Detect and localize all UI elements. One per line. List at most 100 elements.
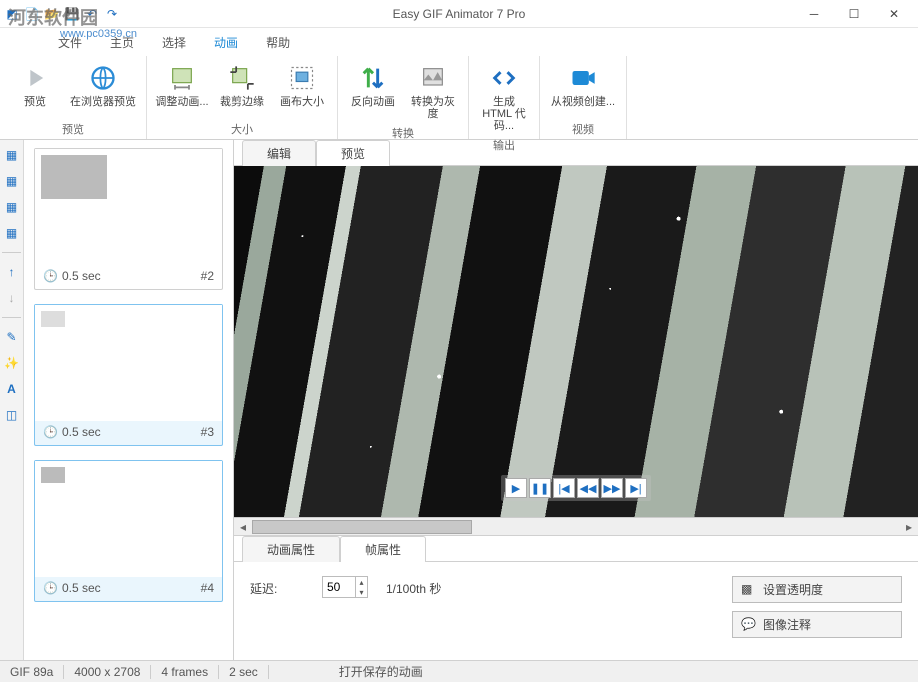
tool-text-icon[interactable]: A <box>1 378 23 400</box>
app-icon: ◩ <box>4 6 20 22</box>
move-up-icon[interactable]: ↑ <box>1 261 23 283</box>
view-tabs: 编辑 预览 <box>234 140 918 166</box>
transparency-button[interactable]: ▩ 设置透明度 <box>732 576 902 603</box>
frame-thumbnail <box>41 155 107 199</box>
reverse-icon <box>357 62 389 94</box>
canvas-icon <box>286 62 318 94</box>
minimize-button[interactable]: ─ <box>794 3 834 25</box>
new-icon[interactable]: 📄 <box>24 6 40 22</box>
menu-tabs: 文件 主页 选择 动画 帮助 <box>0 28 918 56</box>
play-button[interactable]: ▶ <box>505 478 527 498</box>
ribbon-resize-button[interactable]: 调整动画... <box>153 58 211 120</box>
close-button[interactable]: ✕ <box>874 3 914 25</box>
transparency-icon: ▩ <box>741 582 757 598</box>
status-format: GIF 89a <box>0 665 64 679</box>
spin-down-icon[interactable]: ▾ <box>356 587 367 597</box>
status-dimensions: 4000 x 2708 <box>64 665 151 679</box>
preview-canvas: ▶ ❚❚ |◀ ◀◀ ▶▶ ▶| <box>234 166 918 518</box>
open-icon[interactable]: 📂 <box>44 6 60 22</box>
spin-up-icon[interactable]: ▴ <box>356 577 367 587</box>
delete-frame-icon[interactable]: ▦ <box>1 196 23 218</box>
pause-button[interactable]: ❚❚ <box>529 478 551 498</box>
crop-icon <box>226 62 258 94</box>
scroll-right-icon[interactable]: ▸ <box>900 520 918 534</box>
ribbon: 预览 在浏览器预览 预览 调整动画... 裁剪边缘 画布大小 大小 <box>0 56 918 140</box>
first-frame-button[interactable]: |◀ <box>553 478 575 498</box>
menu-tab-animation[interactable]: 动画 <box>200 28 252 56</box>
frame-card[interactable]: 🕒 0.5 sec #3 <box>34 304 223 446</box>
tool-shape-icon[interactable]: ◫ <box>1 404 23 426</box>
scroll-thumb[interactable] <box>252 520 472 534</box>
menu-tab-select[interactable]: 选择 <box>148 28 200 56</box>
ribbon-group-preview: 预览 在浏览器预览 预览 <box>0 56 147 139</box>
resize-icon <box>166 62 198 94</box>
clock-icon: 🕒 <box>43 581 58 595</box>
ribbon-crop-button[interactable]: 裁剪边缘 <box>213 58 271 120</box>
frame-card[interactable]: 🕒0.5 sec #2 <box>34 148 223 290</box>
tool-wand-icon[interactable]: ✨ <box>1 352 23 374</box>
clock-icon: 🕒 <box>43 425 58 439</box>
move-down-icon[interactable]: ↓ <box>1 287 23 309</box>
frame-properties: 延迟: ▴ ▾ 1/100th 秒 ▩ 设置透明度 💬 图像 <box>234 562 918 660</box>
tab-anim-props[interactable]: 动画属性 <box>242 536 340 562</box>
delay-label: 延迟: <box>250 576 304 597</box>
status-duration: 2 sec <box>219 665 269 679</box>
frame-index: #2 <box>201 269 214 283</box>
ribbon-from-video-button[interactable]: 从视频创建... <box>546 58 620 120</box>
ribbon-preview-button[interactable]: 预览 <box>6 58 64 120</box>
frame-thumbnail <box>41 311 65 327</box>
property-tabs: 动画属性 帧属性 <box>234 536 918 562</box>
ribbon-group-video: 从视频创建... 视频 <box>540 56 627 139</box>
tab-frame-props[interactable]: 帧属性 <box>340 536 426 562</box>
frame-duration: 0.5 sec <box>62 581 101 595</box>
globe-icon <box>87 62 119 94</box>
status-bar: GIF 89a 4000 x 2708 4 frames 2 sec 打开保存的… <box>0 660 918 682</box>
preview-scrollbar[interactable]: ◂ ▸ <box>234 518 918 536</box>
grayscale-icon <box>417 62 449 94</box>
frames-panel: 🕒0.5 sec #2 🕒 0.5 sec #3 🕒 0.5 sec #4 <box>24 140 234 660</box>
next-frame-button[interactable]: ▶▶ <box>601 478 623 498</box>
frame-card[interactable]: 🕒 0.5 sec #4 <box>34 460 223 602</box>
ribbon-html-button[interactable]: 生成 HTML 代码... <box>475 58 533 136</box>
add-frame-icon[interactable]: ▦ <box>1 144 23 166</box>
play-icon <box>19 62 51 94</box>
ribbon-browser-preview-button[interactable]: 在浏览器预览 <box>66 58 140 120</box>
ribbon-grayscale-button[interactable]: 转换为灰度 <box>404 58 462 124</box>
scroll-left-icon[interactable]: ◂ <box>234 520 252 534</box>
frame-index: #3 <box>201 425 214 439</box>
delay-spinner[interactable]: ▴ ▾ <box>322 576 368 598</box>
ribbon-canvas-button[interactable]: 画布大小 <box>273 58 331 120</box>
tab-preview[interactable]: 预览 <box>316 140 390 166</box>
prev-frame-button[interactable]: ◀◀ <box>577 478 599 498</box>
title-bar: ◩ 📄 📂 💾 ↶ ↷ Easy GIF Animator 7 Pro ─ ☐ … <box>0 0 918 28</box>
menu-tab-home[interactable]: 主页 <box>96 28 148 56</box>
frame-duration: 0.5 sec <box>62 269 101 283</box>
tab-edit[interactable]: 编辑 <box>242 140 316 166</box>
ribbon-group-size: 调整动画... 裁剪边缘 画布大小 大小 <box>147 56 338 139</box>
menu-tab-help[interactable]: 帮助 <box>252 28 304 56</box>
app-title: Easy GIF Animator 7 Pro <box>393 7 526 21</box>
delay-input[interactable] <box>323 577 355 597</box>
status-message: 打开保存的动画 <box>329 663 433 680</box>
video-icon <box>567 62 599 94</box>
delay-unit: 1/100th 秒 <box>386 576 441 597</box>
duplicate-frame-icon[interactable]: ▦ <box>1 222 23 244</box>
ribbon-group-output: 生成 HTML 代码... 输出 <box>469 56 540 139</box>
ribbon-group-convert: 反向动画 转换为灰度 转换 <box>338 56 469 139</box>
image-comment-button[interactable]: 💬 图像注释 <box>732 611 902 638</box>
redo-icon[interactable]: ↷ <box>104 6 120 22</box>
ribbon-reverse-button[interactable]: 反向动画 <box>344 58 402 124</box>
preview-image <box>234 166 918 517</box>
undo-icon[interactable]: ↶ <box>84 6 100 22</box>
tool-brush-icon[interactable]: ✎ <box>1 326 23 348</box>
save-icon[interactable]: 💾 <box>64 6 80 22</box>
menu-tab-file[interactable]: 文件 <box>44 28 96 56</box>
last-frame-button[interactable]: ▶| <box>625 478 647 498</box>
insert-frame-icon[interactable]: ▦ <box>1 170 23 192</box>
status-frames: 4 frames <box>151 665 219 679</box>
maximize-button[interactable]: ☐ <box>834 3 874 25</box>
frame-thumbnail <box>41 467 65 483</box>
frame-duration: 0.5 sec <box>62 425 101 439</box>
html-icon <box>488 62 520 94</box>
frame-index: #4 <box>201 581 214 595</box>
